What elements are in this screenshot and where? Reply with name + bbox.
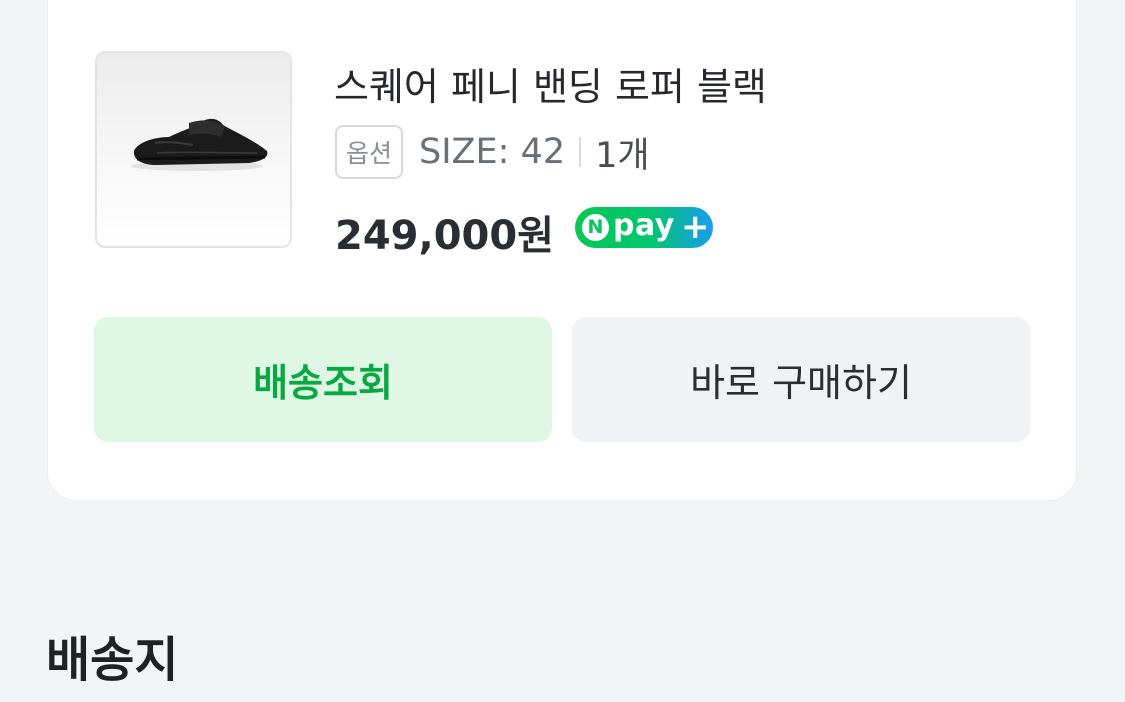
quantity: 1개 (595, 135, 650, 176)
product-price: 249,000원 (335, 213, 554, 259)
npay-n-icon: N (582, 214, 609, 241)
track-shipping-button[interactable]: 배송조회 (94, 317, 552, 442)
loafer-shoe-image (131, 118, 268, 171)
buy-again-button[interactable]: 바로 구매하기 (572, 317, 1030, 442)
product-name[interactable]: 스퀘어 페니 밴딩 로퍼 블랙 (334, 56, 767, 111)
option-value: SIZE: 42 (419, 132, 566, 172)
option-row: 옵션 SIZE: 42 1개 (335, 125, 650, 179)
option-badge: 옵션 (335, 125, 404, 179)
npay-plus-badge: N pay + (575, 207, 713, 248)
product-thumbnail[interactable] (95, 51, 292, 248)
npay-plus-icon: + (681, 207, 710, 247)
npay-pay-text: pay (613, 208, 675, 243)
option-divider (579, 137, 582, 167)
shipping-section-title: 배송지 (46, 632, 179, 688)
